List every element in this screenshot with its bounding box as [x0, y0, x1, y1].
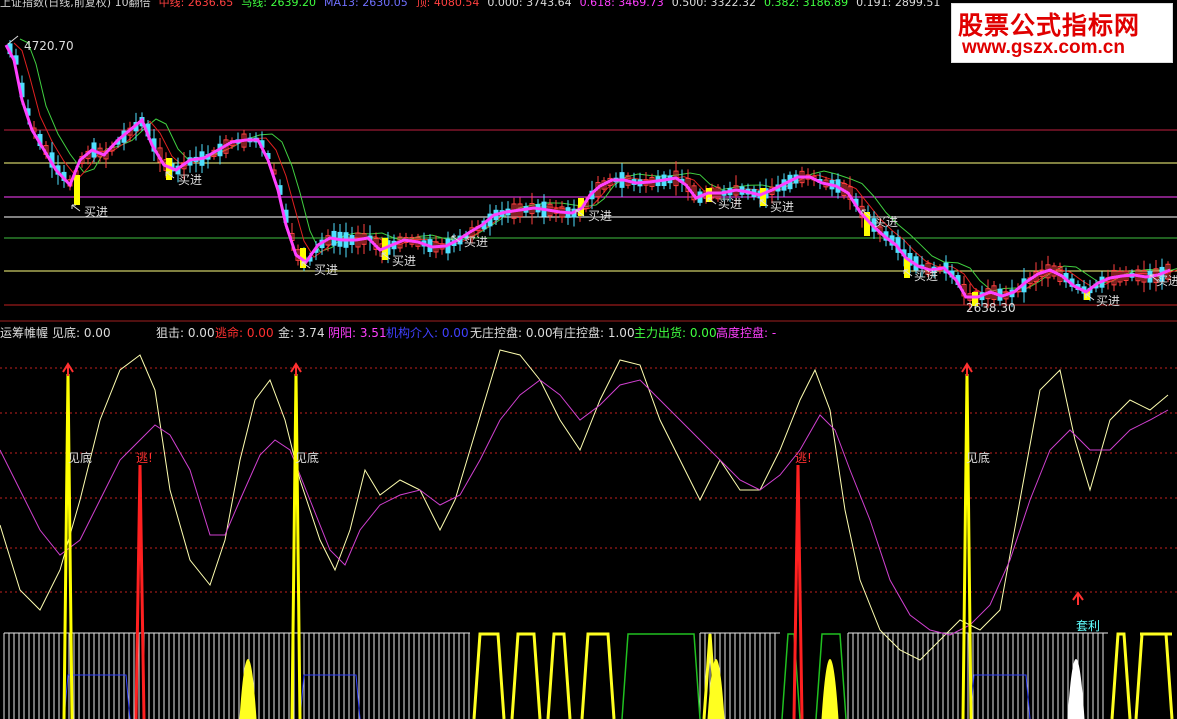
indicator-chart[interactable]: 见底 见底 见底 逃! 逃! 套利 — [0, 340, 1177, 719]
arbitrage-label: 套利 — [1076, 619, 1100, 633]
low-price-label: 2638.30 — [966, 301, 1016, 315]
control-segment — [510, 632, 542, 719]
control-segment — [546, 632, 572, 719]
ma-red-line — [13, 42, 1177, 296]
escape-label: 逃! — [795, 451, 812, 465]
buy-arrow — [71, 204, 81, 212]
buy-signal-label: 买进 — [874, 215, 898, 229]
indicator-header-item: 高度控盘: - — [716, 326, 777, 340]
indicator-header-item: 有庄控盘: 1.00 — [552, 326, 635, 340]
control-segment — [781, 633, 801, 719]
control-segment — [472, 632, 506, 719]
bottom-spike — [961, 373, 973, 719]
signal-candle — [74, 175, 80, 205]
indicator-header-item: 主力出货: 0.00 — [634, 326, 717, 340]
arbitrage-arrow — [1072, 591, 1084, 605]
buy-signal-label: 买进 — [464, 235, 488, 249]
buy-signal-label: 买进 — [914, 269, 938, 283]
buy-signal-label: 买进 — [178, 173, 202, 187]
bottom-label: 见底 — [295, 450, 319, 465]
spike-arrow — [290, 362, 302, 376]
buy-signal-label: 买进 — [392, 254, 416, 268]
indicator-header-item: 逃命: 0.00 — [215, 326, 274, 340]
control-segment — [621, 633, 701, 719]
control-spike — [821, 659, 839, 719]
escape-label: 逃! — [136, 451, 153, 465]
buy-signal-label: 买进 — [1156, 274, 1177, 288]
bottom-spike — [290, 373, 302, 719]
control-segment — [1110, 632, 1132, 719]
buy-signal-label: 买进 — [314, 263, 338, 277]
price-chart[interactable]: 4720.702638.30买进买进买进买进买进买进 买进买进买进买进买进买进 — [0, 0, 1177, 322]
bottom-label: 见底 — [68, 450, 92, 465]
indicator-header: 运筹帷幄 见底: 0.00 狙击: 0.00 逃命: 0.00 金: 3.74 阴阳: 3… — [0, 324, 1177, 340]
buy-signal-label: 买进 — [588, 209, 612, 223]
high-price-label: 4720.70 — [24, 39, 74, 53]
control-segment — [1134, 632, 1174, 719]
spike-arrow — [961, 362, 973, 376]
indicator-header-item: 狙击: 0.00 — [156, 326, 215, 340]
buy-signal-label: 买进 — [770, 200, 794, 214]
indicator-header-item: 见底: 0.00 — [52, 326, 111, 340]
spike-arrow — [62, 362, 74, 376]
institution-line — [969, 674, 1031, 719]
oscillator-white-line — [0, 349, 1169, 661]
indicator-header-item: 阴阳: 3.51 — [328, 326, 387, 340]
control-spike — [1067, 659, 1085, 719]
ma-main-line — [4, 44, 1171, 299]
indicator-header-item: 运筹帷幄 — [0, 326, 49, 340]
bottom-label: 见底 — [966, 450, 990, 465]
buy-signal-label: 买进 — [84, 205, 108, 219]
buy-signal-label: 买进 — [718, 197, 742, 211]
buy-signal-label: 买进 — [1096, 294, 1120, 308]
control-segment — [580, 632, 616, 719]
ma-green-line — [19, 38, 1177, 292]
indicator-header-item: 机构介入: 0.00 — [386, 326, 469, 340]
indicator-header-item: 无庄控盘: 0.00 — [470, 326, 553, 340]
indicator-header-item: 金: 3.74 — [278, 326, 325, 340]
bottom-spike — [62, 373, 74, 719]
